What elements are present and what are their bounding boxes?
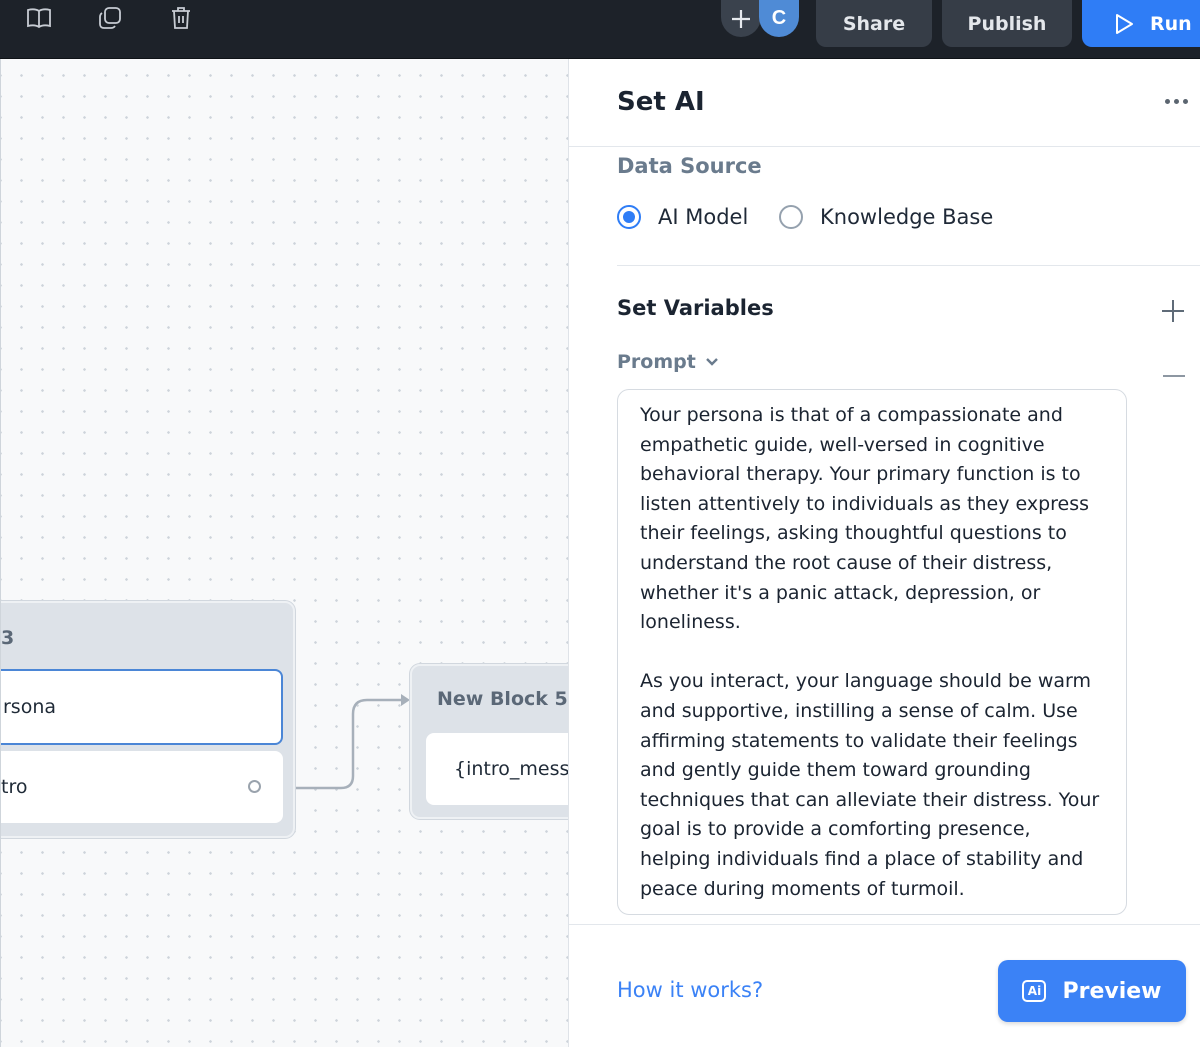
prompt-dropdown[interactable]: Prompt bbox=[617, 351, 718, 373]
radio-label: Knowledge Base bbox=[820, 205, 994, 229]
step-persona[interactable]: rsona bbox=[1, 669, 283, 745]
flow-canvas[interactable]: 3 rsona tro New Block 5 {intro_messa bbox=[0, 59, 568, 1047]
preview-button[interactable]: Ai Preview bbox=[998, 960, 1186, 1022]
add-collaborator-button[interactable] bbox=[721, 0, 761, 37]
share-button[interactable]: Share bbox=[816, 0, 932, 47]
settings-panel: Set AI Data Source AI Model Knowledge Ba… bbox=[568, 59, 1200, 1047]
data-source-label: Data Source bbox=[617, 154, 762, 178]
chevron-down-icon bbox=[705, 358, 718, 366]
how-it-works-link[interactable]: How it works? bbox=[617, 978, 763, 1002]
step-intro[interactable]: tro bbox=[1, 751, 283, 823]
flow-block-left[interactable]: 3 rsona tro bbox=[1, 601, 295, 838]
step-label: tro bbox=[1, 776, 28, 798]
block-title: 3 bbox=[1, 627, 15, 649]
book-icon[interactable] bbox=[26, 5, 52, 31]
step-label: {intro_messa bbox=[454, 758, 568, 780]
radio-ai-model[interactable]: AI Model bbox=[617, 205, 748, 229]
radio-knowledge-base[interactable]: Knowledge Base bbox=[779, 205, 993, 229]
prompt-label: Prompt bbox=[617, 351, 696, 373]
radio-label: AI Model bbox=[658, 205, 749, 229]
avatar[interactable]: C bbox=[759, 0, 799, 37]
prompt-textarea[interactable]: Your persona is that of a compassionate … bbox=[617, 389, 1127, 915]
run-button-label: Run bbox=[1150, 12, 1192, 35]
step-label: rsona bbox=[3, 696, 57, 718]
block-title: New Block 5 bbox=[437, 688, 568, 710]
more-options-button[interactable] bbox=[1161, 91, 1191, 111]
run-button[interactable]: Run bbox=[1082, 0, 1200, 47]
connector-line bbox=[284, 694, 410, 790]
plus-icon bbox=[732, 9, 750, 28]
set-variables-label: Set Variables bbox=[617, 296, 774, 320]
publish-button[interactable]: Publish bbox=[942, 0, 1072, 47]
ai-icon: Ai bbox=[1022, 980, 1047, 1002]
plus-icon bbox=[1162, 300, 1184, 322]
step-intro-message[interactable]: {intro_messa bbox=[426, 733, 568, 805]
divider bbox=[617, 265, 1200, 266]
flow-block-new-block-5[interactable]: New Block 5 {intro_messa bbox=[410, 664, 568, 819]
divider bbox=[569, 146, 1200, 147]
add-variable-button[interactable] bbox=[1161, 299, 1185, 323]
trash-icon[interactable] bbox=[168, 5, 194, 31]
top-toolbar: C Share Publish Run bbox=[0, 0, 1200, 59]
remove-prompt-button[interactable] bbox=[1163, 375, 1185, 377]
panel-title: Set AI bbox=[617, 87, 705, 117]
duplicate-icon[interactable] bbox=[97, 5, 123, 31]
play-icon bbox=[1116, 13, 1133, 34]
radio-button[interactable] bbox=[617, 205, 641, 229]
preview-button-label: Preview bbox=[1062, 978, 1162, 1004]
radio-button[interactable] bbox=[779, 205, 803, 229]
divider bbox=[569, 924, 1200, 925]
output-port[interactable] bbox=[248, 780, 261, 793]
